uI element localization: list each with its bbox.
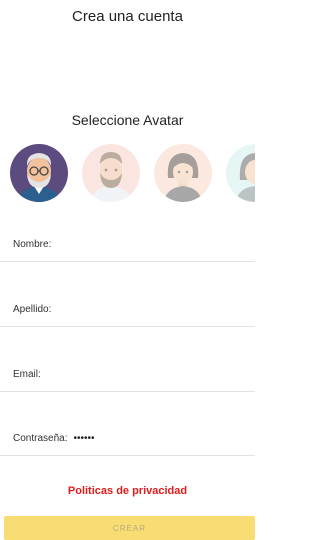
nombre-label: Nombre: — [13, 238, 52, 250]
avatar-selector — [0, 144, 255, 204]
bearded-man-icon — [82, 144, 140, 202]
password-label: Contraseña: — [13, 432, 68, 444]
apellido-label: Apellido: — [13, 303, 52, 315]
woman-bob-icon — [154, 144, 212, 202]
woman-teal-icon — [226, 144, 255, 202]
create-button[interactable]: CREAR — [4, 516, 255, 540]
nombre-field: Nombre: — [0, 227, 255, 262]
old-man-glasses-icon — [10, 144, 68, 202]
avatar-woman-bob[interactable] — [154, 144, 212, 202]
page-title: Crea una cuenta — [72, 8, 183, 25]
apellido-input[interactable] — [51, 299, 255, 319]
avatar-bearded-man[interactable] — [82, 144, 140, 202]
email-input[interactable] — [40, 364, 255, 384]
password-input[interactable] — [67, 428, 255, 448]
avatar-old-man-glasses[interactable] — [10, 144, 68, 202]
nombre-input[interactable] — [51, 234, 255, 254]
avatar-woman-teal[interactable] — [226, 144, 255, 202]
apellido-field: Apellido: — [0, 292, 255, 327]
password-field: Contraseña: — [0, 421, 255, 456]
email-label: Email: — [13, 368, 41, 380]
email-field: Email: — [0, 357, 255, 392]
privacy-policy-link[interactable]: Politicas de privacidad — [0, 485, 255, 497]
avatar-heading: Seleccione Avatar — [71, 112, 184, 128]
